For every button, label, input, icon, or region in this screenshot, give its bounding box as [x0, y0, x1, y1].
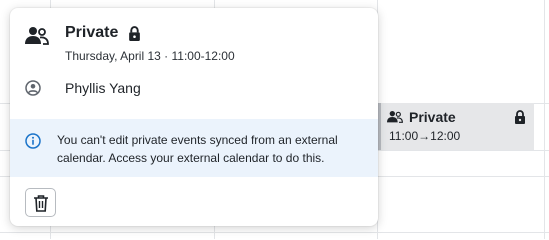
user-circle-icon: [25, 80, 41, 96]
lock-icon: [515, 110, 525, 124]
popover-header: Private Thursday, April 13 · 11:00-12:00: [25, 24, 235, 63]
organizer-row: Phyllis Yang: [25, 80, 141, 96]
people-icon: [25, 27, 49, 45]
lock-icon: [129, 25, 141, 41]
delete-event-button[interactable]: [25, 188, 56, 217]
event-title: Private: [409, 109, 456, 125]
info-banner: You can't edit private events synced fro…: [10, 119, 378, 177]
trash-icon: [33, 194, 48, 212]
event-time: 11:00→12:00: [389, 129, 461, 143]
event-details-popover: Private Thursday, April 13 · 11:00-12:00…: [10, 8, 378, 226]
event-date-time: Thursday, April 13 · 11:00-12:00: [65, 49, 235, 63]
grid-line: [0, 232, 549, 233]
info-circle-icon: [25, 133, 41, 149]
grid-line: [544, 0, 545, 239]
info-message: You can't edit private events synced fro…: [57, 133, 338, 165]
organizer-name: Phyllis Yang: [65, 80, 141, 96]
popover-title: Private: [65, 24, 119, 41]
calendar-event[interactable]: Private 11:00→12:00: [378, 103, 534, 150]
people-icon: [387, 111, 403, 123]
